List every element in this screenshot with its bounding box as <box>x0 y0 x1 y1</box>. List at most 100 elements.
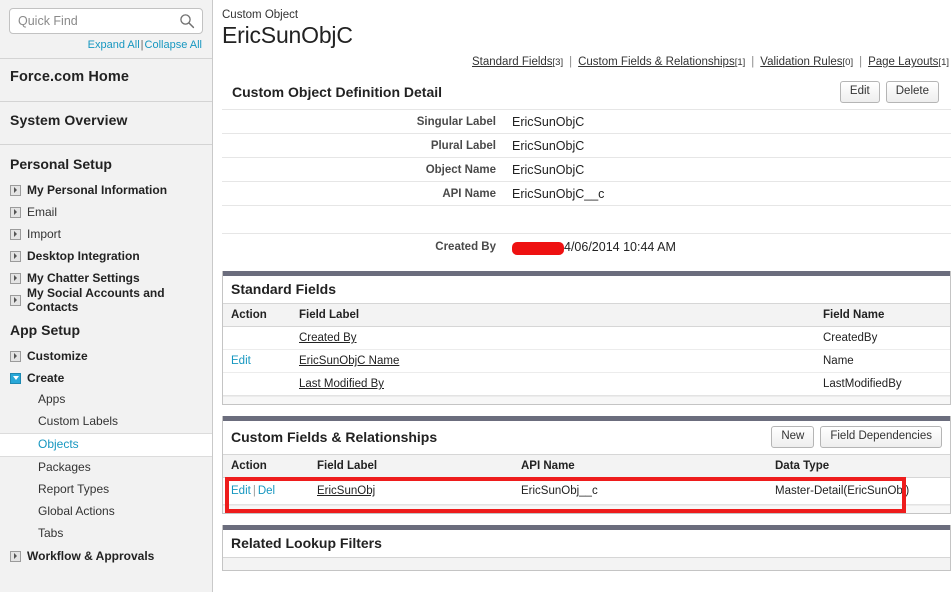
chevron-right-icon[interactable] <box>10 294 21 306</box>
column-header-data-type: Data Type <box>767 454 950 478</box>
sidebar-item-my-personal-information[interactable]: My Personal Information <box>0 179 212 201</box>
quick-links-nav: Standard Fields[3] | Custom Fields & Relat… <box>222 49 951 68</box>
sidebar-item-label: Email <box>27 205 58 219</box>
detail-row-object-name: Object Name EricSunObjC <box>222 157 951 181</box>
sidebar-item-apps[interactable]: Apps <box>0 389 212 411</box>
row-field-label: EricSunObj <box>309 477 513 505</box>
row-field-label: Created By <box>291 326 815 350</box>
sidebar-item-objects[interactable]: Objects <box>0 433 212 457</box>
quicklink-separator: | <box>859 56 863 68</box>
detail-row-created-by: Created By 4/06/2014 10:44 AM <box>222 233 951 260</box>
sidebar-item-force-home[interactable]: Force.com Home <box>0 59 212 94</box>
table-row: Edit | Del EricSunObj EricSunObj__c Master… <box>223 477 950 505</box>
field-label-link[interactable]: EricSunObjC Name <box>299 355 399 367</box>
expand-all-link[interactable]: Expand All <box>88 39 140 51</box>
detail-row-plural-label: Plural Label EricSunObjC <box>222 133 951 157</box>
chevron-right-icon[interactable] <box>10 272 21 284</box>
detail-row-singular-label: Singular Label EricSunObjC <box>222 109 951 133</box>
table-header-row: Action Field Label API Name Data Type <box>223 454 950 478</box>
related-lookup-filters-body <box>223 557 950 570</box>
column-header-api-name: API Name <box>513 454 767 478</box>
delete-button[interactable]: Delete <box>885 81 939 103</box>
sidebar-section-personal-setup: Personal Setup <box>10 156 112 172</box>
sidebar-item-customize[interactable]: Customize <box>0 345 212 367</box>
chevron-right-icon[interactable] <box>10 350 21 362</box>
column-header-field-label: Field Label <box>291 303 815 327</box>
detail-row-label: Plural Label <box>430 139 496 152</box>
row-action <box>223 372 291 396</box>
related-lookup-filters-panel: Related Lookup Filters <box>222 525 951 571</box>
sidebar-item-custom-labels[interactable]: Custom Labels <box>0 411 212 433</box>
quick-find-box[interactable] <box>9 8 203 34</box>
sidebar-item-email[interactable]: Email <box>0 201 212 223</box>
custom-fields-relationships-panel: Custom Fields & Relationships New Field … <box>222 416 951 514</box>
row-edit-link[interactable]: Edit <box>231 485 251 497</box>
edit-button[interactable]: Edit <box>839 81 880 103</box>
sidebar-item-label: My Chatter Settings <box>27 271 140 285</box>
sidebar-item-my-social-accounts-and-contacts[interactable]: My Social Accounts and Contacts <box>0 286 212 314</box>
quicklink-custom-fields-count: [1] <box>734 57 746 68</box>
sidebar: Expand All|Collapse All Force.com Home S… <box>0 0 213 592</box>
sidebar-item-import[interactable]: Import <box>0 223 212 245</box>
chevron-right-icon[interactable] <box>10 184 21 196</box>
chevron-right-icon[interactable] <box>10 250 21 262</box>
quicklink-page-layouts[interactable]: Page Layouts <box>868 56 938 68</box>
sidebar-item-desktop-integration[interactable]: Desktop Integration <box>0 245 212 267</box>
quicklink-separator: | <box>569 56 573 68</box>
quicklink-custom-fields[interactable]: Custom Fields & Relationships <box>578 56 735 68</box>
row-field-name: LastModifiedBy <box>815 372 950 396</box>
new-button[interactable]: New <box>771 426 815 448</box>
chevron-right-icon[interactable] <box>10 550 21 562</box>
quicklink-validation-rules[interactable]: Validation Rules <box>760 56 842 68</box>
row-delete-link[interactable]: Del <box>258 485 275 497</box>
collapse-all-link[interactable]: Collapse All <box>145 39 202 51</box>
row-action <box>223 326 291 350</box>
detail-row-label: Created By <box>435 241 496 253</box>
detail-rows: Singular Label EricSunObjC Plural Label … <box>222 109 951 260</box>
sidebar-item-create[interactable]: Create <box>0 367 212 389</box>
sidebar-item-label: Desktop Integration <box>27 249 140 263</box>
quicklink-label: Validation Rules <box>760 56 843 68</box>
field-label-link[interactable]: Last Modified By <box>299 378 384 390</box>
standard-fields-title: Standard Fields <box>231 281 337 297</box>
chevron-right-icon[interactable] <box>10 206 21 218</box>
row-field-label: EricSunObjC Name <box>291 349 815 373</box>
column-header-field-name: Field Name <box>815 303 950 327</box>
search-icon[interactable] <box>179 13 195 29</box>
chevron-right-icon[interactable] <box>10 228 21 240</box>
column-header-field-label: Field Label <box>309 454 513 478</box>
salesforce-setup-page: Expand All | Collapse All Force.com Home S… <box>0 0 951 592</box>
redacted-username <box>512 241 564 255</box>
quicklink-standard-fields[interactable]: Standard Fields <box>472 56 553 68</box>
chevron-down-icon[interactable] <box>10 372 21 384</box>
sidebar-item-packages[interactable]: Packages <box>0 457 212 479</box>
detail-panel-header: Custom Object Definition Detail Edit Del… <box>222 76 951 109</box>
sidebar-item-system-overview[interactable]: System Overview <box>0 102 212 137</box>
detail-panel-buttons: Edit Delete <box>839 81 939 103</box>
row-api-name: EricSunObj__c <box>513 477 767 505</box>
search-input[interactable] <box>10 10 202 32</box>
row-edit-link[interactable]: Edit <box>231 355 251 367</box>
sidebar-item-report-types[interactable]: Report Types <box>0 479 212 501</box>
breadcrumb: Custom Object <box>222 9 299 21</box>
detail-row-label: Singular Label <box>416 115 496 128</box>
detail-panel-title: Custom Object Definition Detail <box>232 84 443 100</box>
column-header-action: Action <box>223 303 291 327</box>
sidebar-section-app-setup: App Setup <box>10 322 80 338</box>
detail-row-label: API Name <box>442 187 496 200</box>
sidebar-item-tabs[interactable]: Tabs <box>0 523 212 545</box>
quicklink-page-layouts-count: [1] <box>938 57 949 68</box>
field-label-link[interactable]: EricSunObj <box>317 485 375 497</box>
sidebar-item-global-actions[interactable]: Global Actions <box>0 501 212 523</box>
quicklink-label: Custom Fields & Relationships <box>578 56 735 68</box>
panel-footer <box>223 505 950 513</box>
detail-row-value: EricSunObjC__c <box>512 186 605 201</box>
table-row: Last Modified By LastModifiedBy <box>223 372 950 396</box>
custom-fields-header: Custom Fields & Relationships New Field … <box>223 421 950 454</box>
field-label-link[interactable]: Created By <box>299 332 357 344</box>
sidebar-item-label: Create <box>27 371 65 385</box>
field-dependencies-button[interactable]: Field Dependencies <box>820 426 942 448</box>
row-data-type: Master-Detail(EricSunObj) <box>767 477 950 505</box>
sidebar-item-workflow-approvals[interactable]: Workflow & Approvals <box>0 545 212 567</box>
row-field-name: CreatedBy <box>815 326 950 350</box>
